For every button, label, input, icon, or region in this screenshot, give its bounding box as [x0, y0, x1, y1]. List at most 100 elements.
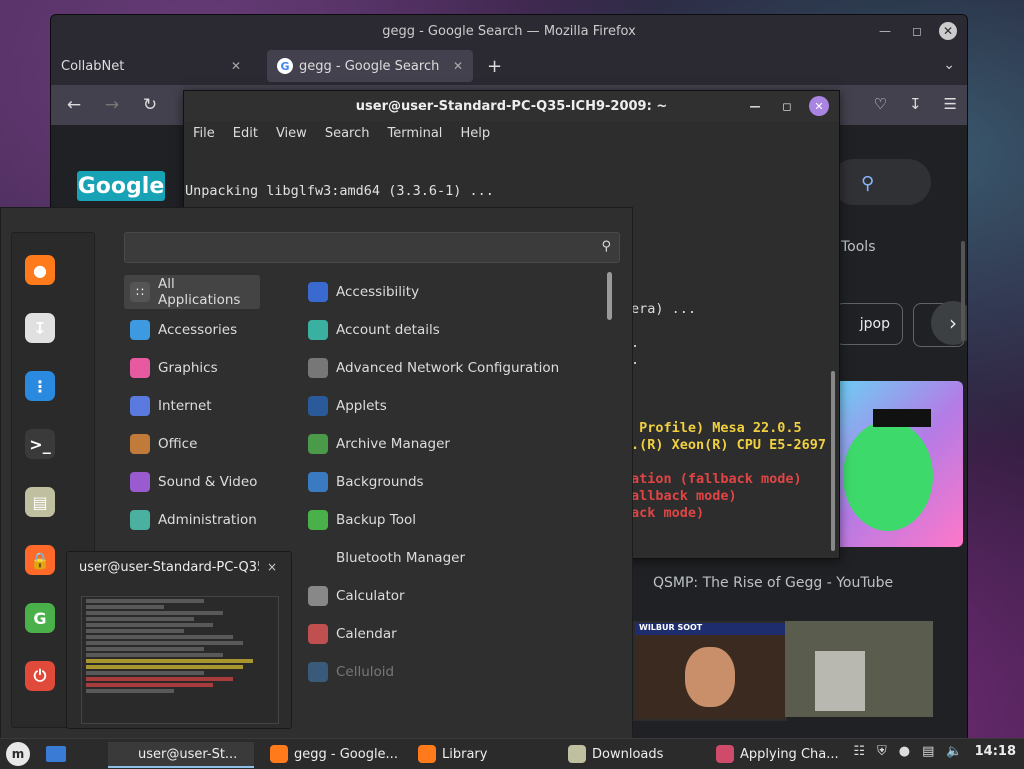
- menu-help[interactable]: Help: [460, 126, 490, 141]
- scrollbar[interactable]: [607, 272, 612, 320]
- terminal-line: Profile) Mesa 22.0.5: [631, 420, 802, 436]
- taskbar-item[interactable]: Downloads: [562, 742, 668, 766]
- account-icon: [308, 320, 328, 340]
- clock[interactable]: 14:18: [975, 744, 1016, 759]
- category-sound-video[interactable]: Sound & Video: [124, 465, 260, 499]
- firefox-icon[interactable]: ●: [25, 255, 55, 285]
- applets-icon: [308, 396, 328, 416]
- app-calculator[interactable]: Calculator: [308, 579, 598, 613]
- app-applets[interactable]: Applets: [308, 389, 598, 423]
- hamburger-menu-icon[interactable]: ☰: [944, 95, 957, 113]
- tab-gegg-search[interactable]: G gegg - Google Search ✕: [267, 50, 473, 82]
- close-icon[interactable]: ✕: [939, 22, 957, 40]
- logout-icon[interactable]: G: [25, 603, 55, 633]
- forward-icon[interactable]: →: [97, 95, 127, 115]
- terminal-line: era) ...: [631, 301, 697, 317]
- app-celluloid[interactable]: Celluloid: [308, 655, 598, 689]
- files-icon[interactable]: ▤: [25, 487, 55, 517]
- firefox-titlebar[interactable]: gegg - Google Search — Mozilla Firefox —…: [51, 15, 967, 47]
- category-all-applications[interactable]: ∷ All Applications: [124, 275, 260, 309]
- new-tab-icon[interactable]: +: [487, 56, 502, 77]
- notes-icon[interactable]: ☷: [853, 744, 865, 759]
- taskbar-item[interactable]: Library: [412, 742, 498, 766]
- menu-search-field[interactable]: ⚲: [124, 232, 620, 263]
- menu-terminal[interactable]: Terminal: [387, 126, 442, 141]
- menu-file[interactable]: File: [193, 126, 215, 141]
- search-input[interactable]: [125, 233, 593, 263]
- tab-label: gegg - Google Search: [299, 58, 440, 74]
- search-icon[interactable]: ⚲: [601, 239, 611, 254]
- shield-icon[interactable]: ⛨: [877, 744, 887, 759]
- tools-link[interactable]: Tools: [841, 239, 876, 255]
- menu-view[interactable]: View: [276, 126, 307, 141]
- app-label: Calculator: [336, 588, 405, 604]
- taskbar-item[interactable]: gegg - Google...: [264, 742, 404, 766]
- software-manager-icon[interactable]: ↧: [25, 313, 55, 343]
- google-doodle[interactable]: Google: [77, 171, 165, 201]
- app-accessibility[interactable]: Accessibility: [308, 275, 598, 309]
- search-chip[interactable]: jpop: [835, 303, 903, 345]
- volume-icon[interactable]: 🔈: [946, 744, 962, 759]
- sound-video-icon: [130, 472, 150, 492]
- close-icon[interactable]: ✕: [809, 96, 829, 116]
- tab-close-icon[interactable]: ✕: [231, 59, 241, 73]
- downloads-icon[interactable]: ↧: [909, 95, 922, 113]
- network-icon[interactable]: ▤: [922, 744, 934, 759]
- video-thumbnail[interactable]: [833, 381, 963, 547]
- terminal-line: ation (fallback mode): [631, 471, 802, 487]
- taskbar-item[interactable]: user@user-St...: [108, 742, 254, 768]
- show-desktop-icon[interactable]: [46, 746, 66, 762]
- category-label: Office: [158, 436, 198, 452]
- menu-button-icon[interactable]: m: [6, 742, 30, 766]
- office-icon: [130, 434, 150, 454]
- category-label: Administration: [158, 512, 257, 528]
- menu-search[interactable]: Search: [325, 126, 370, 141]
- lock-icon[interactable]: 🔒: [25, 545, 55, 575]
- app-archive-manager[interactable]: Archive Manager: [308, 427, 598, 461]
- update-icon: [716, 745, 734, 763]
- category-office[interactable]: Office: [124, 427, 260, 461]
- tab-collabnet[interactable]: CollabNet ✕: [51, 50, 251, 82]
- window-preview[interactable]: user@user-Standard-PC-Q35-I... ×: [66, 551, 292, 729]
- category-administration[interactable]: Administration: [124, 503, 260, 537]
- category-graphics[interactable]: Graphics: [124, 351, 260, 385]
- search-bar[interactable]: [831, 159, 931, 205]
- app-label: Advanced Network Configuration: [336, 360, 560, 376]
- back-icon[interactable]: ←: [59, 95, 89, 115]
- app-backgrounds[interactable]: Backgrounds: [308, 465, 598, 499]
- scrollbar[interactable]: [961, 241, 965, 341]
- category-accessories[interactable]: Accessories: [124, 313, 260, 347]
- terminal-icon[interactable]: >_: [25, 429, 55, 459]
- terminal-titlebar[interactable]: user@user-Standard-PC-Q35-ICH9-2009: ~ —…: [184, 91, 839, 121]
- window-thumbnail[interactable]: [81, 596, 279, 724]
- app-backup-tool[interactable]: Backup Tool: [308, 503, 598, 537]
- app-bluetooth-manager[interactable]: Bluetooth Manager: [308, 541, 598, 575]
- maximize-icon[interactable]: ◻: [777, 96, 797, 116]
- reload-icon[interactable]: ↻: [135, 95, 165, 115]
- user-icon[interactable]: ●: [899, 744, 910, 759]
- app-label: Archive Manager: [336, 436, 450, 452]
- app-calendar[interactable]: Calendar: [308, 617, 598, 651]
- minimize-icon[interactable]: —: [875, 21, 895, 41]
- category-internet[interactable]: Internet: [124, 389, 260, 423]
- settings-icon[interactable]: ⋮: [25, 371, 55, 401]
- pocket-icon[interactable]: ♡: [874, 95, 887, 113]
- menu-edit[interactable]: Edit: [233, 126, 258, 141]
- search-icon[interactable]: ⚲: [861, 173, 874, 194]
- maximize-icon[interactable]: ◻: [907, 21, 927, 41]
- power-icon[interactable]: ⏻: [25, 661, 55, 691]
- category-label: Graphics: [158, 360, 218, 376]
- close-icon[interactable]: ×: [267, 560, 277, 574]
- list-all-tabs-icon[interactable]: ⌄: [943, 57, 955, 73]
- video-thumbnail[interactable]: WILBUR SOOT: [633, 621, 787, 721]
- tab-close-icon[interactable]: ✕: [453, 59, 463, 73]
- app-account-details[interactable]: Account details: [308, 313, 598, 347]
- category-label: Sound & Video: [158, 474, 258, 490]
- scrollbar[interactable]: [831, 371, 835, 551]
- video-thumbnail[interactable]: [785, 621, 933, 717]
- terminal-line: ack mode): [631, 505, 705, 521]
- video-title-link[interactable]: QSMP: The Rise of Gegg - YouTube: [653, 575, 893, 591]
- minimize-icon[interactable]: —: [745, 96, 765, 116]
- app-advanced-network-configuration[interactable]: Advanced Network Configuration: [308, 351, 598, 385]
- taskbar-item[interactable]: Applying Cha...: [710, 742, 846, 766]
